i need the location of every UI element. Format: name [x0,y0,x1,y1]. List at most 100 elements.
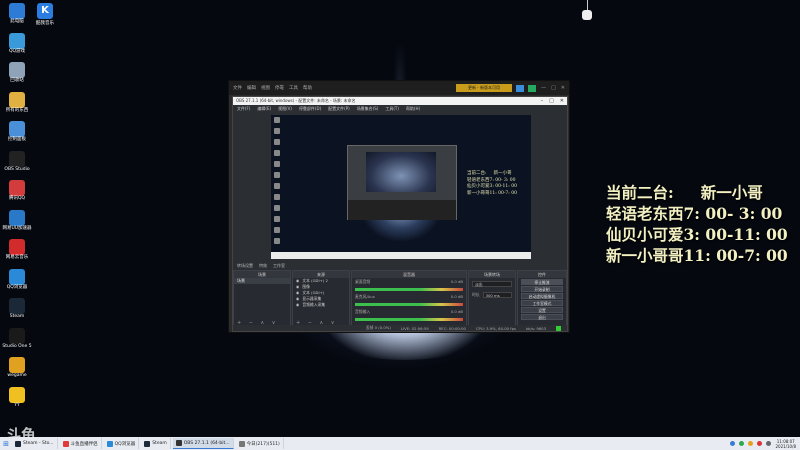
desktop-icon[interactable]: 网易云音乐 [0,239,34,261]
start-button[interactable]: ⊞ [0,437,12,450]
duration-label: 时长 [472,292,480,297]
desktop-icon[interactable]: 腾讯QQ [0,180,34,202]
desktop-icon[interactable]: QQ浏览器 [0,268,34,291]
menu-item[interactable]: 视图(V) [278,106,292,112]
outer-menu-item[interactable]: 视图 [261,85,270,91]
menu-item[interactable]: 配置文件(P) [328,106,350,112]
outer-menu-item[interactable]: 工具 [289,85,298,91]
tray-icon[interactable] [748,441,754,446]
maximize-icon[interactable]: □ [549,98,554,104]
taskbar-item[interactable]: Steam - Sto... [12,438,58,449]
app-icon [9,209,25,226]
control-button[interactable]: 启动虚拟摄像机 [521,293,563,299]
source-item[interactable]: ◉ 音频输入采集 [293,302,349,308]
desktop-icon[interactable]: 回收站 [0,62,34,84]
taskbar-item[interactable]: QQ浏览器 [104,438,140,449]
menu-item[interactable]: 编辑(E) [257,106,271,112]
menu-item[interactable]: 帮助(H) [406,106,420,112]
volume-meter[interactable] [355,318,463,321]
transition-select[interactable]: 淡出 [472,281,512,287]
menu-item[interactable]: 停靠部件(D) [299,106,321,112]
taskbar-item[interactable]: 今日(217)(511) [236,438,284,449]
desktop-icon[interactable]: Studio One 5 [0,327,34,350]
desktop-icon-label: QQ浏览器 [6,284,28,290]
app-icon [9,357,25,373]
mixer-channel-db: 0.0 dB [450,279,463,284]
outer-menu-item[interactable]: 文件 [233,85,242,91]
status-bar: 丢帧 0 (0.0%) LIVE: 02:06:59 REC: 00:00:00 CP… [233,325,567,331]
tray-icon[interactable] [730,441,736,446]
mixer-title: 混音器 [352,271,466,278]
desktop-icon[interactable]: wegame [0,357,34,379]
outer-menu-item[interactable]: 编辑 [247,85,256,91]
control-button[interactable]: 停止推流 [521,279,563,285]
minimize-icon[interactable]: — [541,85,546,91]
control-button[interactable]: 工作室模式 [521,300,563,306]
close-icon[interactable]: ✕ [561,85,565,91]
obs-menubar: 文件(F) 编辑(E) 视图(V) 停靠部件(D) 配置文件(P) 场景集合(S) 工具(T… [233,105,567,112]
app-icon [9,91,25,108]
taskbar-item[interactable]: OBS 27.1.1 (64-bit... [172,438,234,449]
outer-menu-item[interactable]: 停靠 [275,85,284,91]
status-item: CPU: 3.9%, 60.00 fps [475,325,516,331]
app-icon [175,440,182,446]
kuwo-icon: K [37,3,53,19]
scene-toolbar-button[interactable]: 转场设置 [237,263,253,269]
taskbar-item-label: QQ浏览器 [114,441,136,447]
desktop-icon-kuwo[interactable]: K 酷我音乐 [28,3,62,26]
cat-icon[interactable] [582,10,592,20]
taskbar-item[interactable]: 斗鱼直播伴侣 [60,438,102,449]
duration-input[interactable]: 300 ms [482,292,512,298]
desktop-icon[interactable]: 所有的东西 [0,91,34,114]
desktop-icon[interactable]: 控制面板 [0,121,34,143]
scene-toolbar: 转场设置 特效 工作室 [233,262,567,270]
desktop-icon-label: QQ游戏 [8,48,26,54]
control-button[interactable]: 设置 [521,307,563,313]
taskbar-item-label: 今日(217)(511) [246,441,280,447]
taskbar-item[interactable]: Steam [141,438,171,449]
desktop-icon-label: 此电脑 [10,19,24,24]
control-button[interactable]: 退出 [521,314,563,320]
mixer-channel-name: 音频输入 [355,309,371,314]
scene-item[interactable]: 场景 [234,278,290,284]
volume-meter[interactable] [355,288,463,291]
menu-item[interactable]: 场景集合(S) [357,106,379,112]
app-icon [9,386,25,403]
clock[interactable]: 11:08:07 2021/10/8 [775,439,796,449]
outer-menu-item[interactable]: 帮助 [303,85,312,91]
menu-item[interactable]: 工具(T) [385,106,399,112]
desktop-icon[interactable]: QQ游戏 [0,32,34,55]
menu-item[interactable]: 文件(F) [237,106,250,112]
mixer-channel-name: 麦克风/Aux [355,294,375,299]
desktop-icon[interactable]: YY [0,386,34,409]
transitions-dock: 场景转场 淡出 时长 300 ms [468,270,516,328]
desktop-icon[interactable]: Steam [0,298,34,320]
close-icon[interactable]: ✕ [560,98,564,104]
blue-button[interactable] [516,84,524,92]
eye-icon[interactable]: ◉ [296,302,299,308]
minimize-icon[interactable]: – [541,98,544,104]
controls-title: 控件 [518,271,566,278]
app-icon [9,62,25,78]
desktop-icon-label: Studio One 5 [2,343,32,349]
volume-meter[interactable] [355,303,463,306]
obs-preview[interactable]: 当前二台: 新一小哥 轻语老东西7: 00- 3: 00 仙贝小可爱3: 00-… [271,115,531,259]
obs-outer-window: 文件 编辑 视图 停靠 工具 帮助 更新 - 新版本可用 — □ ✕ OBS 27.1.1… [228,80,570,333]
volume-icon[interactable] [766,441,772,446]
mixer-channel: 麦克风/Aux 0.0 dB [352,293,466,301]
desktop-icon[interactable]: OBS Studio [0,150,34,173]
control-button[interactable]: 开始录制 [521,286,563,292]
nested-docks [348,200,456,220]
update-alert[interactable]: 更新 - 新版本可用 [456,84,512,92]
scenes-title: 场景 [234,271,290,278]
tray-icon[interactable] [739,441,745,446]
scene-toolbar-button[interactable]: 工作室 [273,263,285,269]
mixer-channel-name: 桌面音频 [355,279,371,284]
app-icon [9,32,25,49]
scene-toolbar-button[interactable]: 特效 [259,263,267,269]
scenes-dock: 场景 场景 + − ∧ ∨ [233,270,291,328]
tray-icon[interactable] [757,441,763,446]
desktop-icon[interactable]: 网易UU加速器 [0,209,34,232]
green-button[interactable] [528,84,536,92]
maximize-icon[interactable]: □ [551,85,556,91]
